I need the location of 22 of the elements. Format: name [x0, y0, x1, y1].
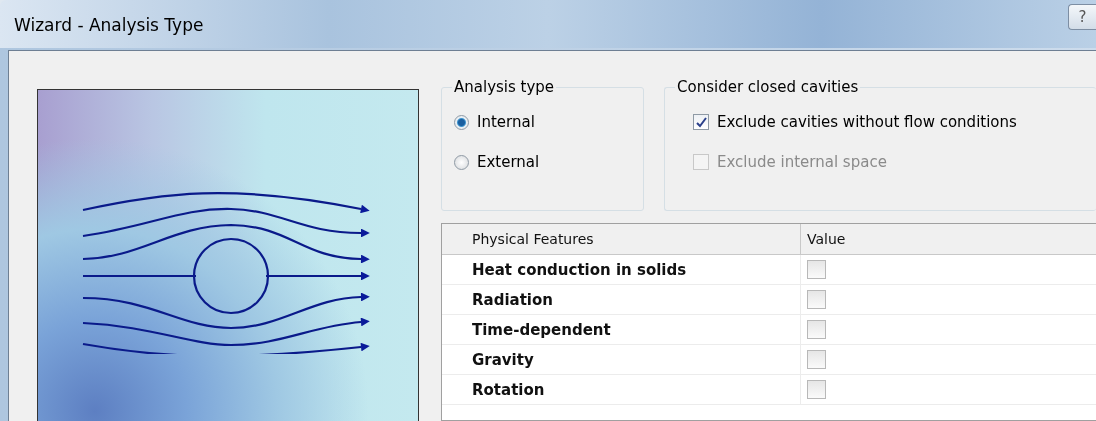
table-cell: Time-dependent — [442, 315, 801, 344]
checkbox[interactable] — [807, 320, 826, 339]
window-title: Wizard - Analysis Type — [14, 15, 204, 35]
column-header: Physical Features — [442, 224, 801, 254]
table-cell: Gravity — [442, 345, 801, 374]
checkbox[interactable] — [807, 380, 826, 399]
table-cell: Rotation — [442, 375, 801, 404]
table-cell: Heat conduction in solids — [442, 255, 801, 284]
column-header: Value — [806, 230, 847, 249]
checkbox[interactable] — [807, 350, 826, 369]
radio-button[interactable] — [454, 154, 469, 170]
help-button[interactable]: ? — [1068, 4, 1096, 30]
checkbox[interactable] — [693, 114, 709, 130]
option-label[interactable]: Internal — [477, 113, 535, 131]
checkbox[interactable] — [807, 260, 826, 279]
option-label[interactable]: Exclude cavities without flow conditions — [717, 113, 1017, 131]
radio-button[interactable] — [454, 114, 469, 130]
checkbox[interactable] — [807, 290, 826, 309]
option-label[interactable]: External — [477, 153, 540, 171]
group-title: Analysis type — [453, 78, 556, 96]
group-title: Consider closed cavities — [676, 78, 860, 96]
table-cell: Radiation — [442, 285, 801, 314]
